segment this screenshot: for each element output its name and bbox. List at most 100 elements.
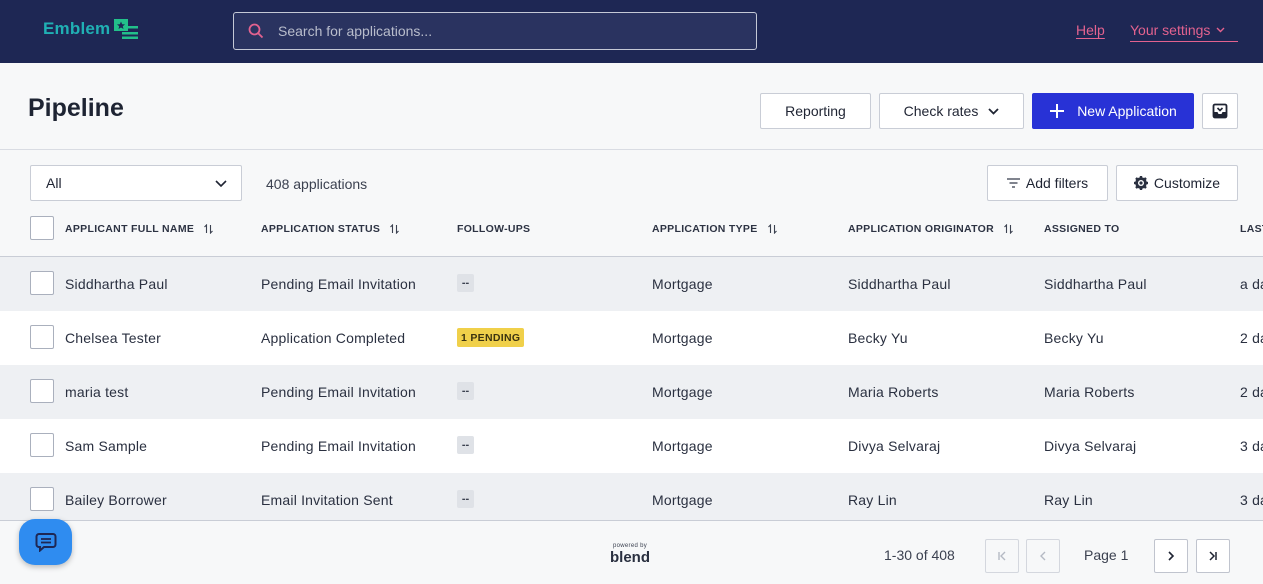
page-title: Pipeline bbox=[28, 94, 124, 122]
new-application-label: New Application bbox=[1077, 103, 1177, 119]
chat-icon bbox=[35, 533, 56, 552]
table-row[interactable]: Sam Sample Pending Email Invitation -- M… bbox=[0, 419, 1263, 473]
settings-label: Your settings bbox=[1130, 22, 1211, 38]
filter-select-value: All bbox=[46, 175, 62, 191]
follow-up-empty: -- bbox=[457, 382, 474, 400]
column-application-status[interactable]: APPLICATION STATUS bbox=[261, 223, 400, 235]
follow-up-pending-badge[interactable]: 1 PENDING bbox=[457, 328, 525, 347]
last-page-icon bbox=[1209, 551, 1217, 561]
assigned-to: Becky Yu bbox=[1044, 330, 1104, 346]
filter-select[interactable]: All bbox=[30, 165, 242, 201]
column-application-type[interactable]: APPLICATION TYPE bbox=[652, 223, 777, 235]
last-updated: 2 da bbox=[1240, 384, 1263, 400]
check-rates-label: Check rates bbox=[903, 103, 979, 119]
table-header: APPLICANT FULL NAME APPLICATION STATUS F… bbox=[0, 201, 1263, 257]
customize-button[interactable]: Customize bbox=[1116, 165, 1238, 201]
first-page-icon bbox=[998, 551, 1006, 561]
chevron-down-icon bbox=[215, 179, 227, 187]
application-type: Mortgage bbox=[652, 492, 713, 508]
column-application-originator[interactable]: APPLICATION ORIGINATOR bbox=[848, 223, 1013, 235]
column-label: APPLICATION ORIGINATOR bbox=[848, 223, 995, 235]
application-originator: Ray Lin bbox=[848, 492, 897, 508]
chevron-down-icon bbox=[1216, 27, 1225, 33]
next-page-button[interactable] bbox=[1154, 539, 1188, 573]
sort-icon bbox=[390, 224, 400, 234]
top-nav: Emblem Help Your settings bbox=[0, 0, 1263, 63]
last-updated: 2 da bbox=[1240, 330, 1263, 346]
search-bar[interactable] bbox=[233, 12, 757, 50]
sort-icon bbox=[204, 224, 214, 234]
plus-icon bbox=[1050, 104, 1065, 118]
assigned-to: Divya Selvaraj bbox=[1044, 438, 1137, 454]
check-rates-button[interactable]: Check rates bbox=[879, 93, 1024, 129]
application-status: Email Invitation Sent bbox=[261, 492, 393, 508]
column-label: ASSIGNED TO bbox=[1044, 223, 1120, 235]
page-header: Pipeline Reporting Check rates New Appli… bbox=[0, 63, 1263, 150]
application-originator: Siddhartha Paul bbox=[848, 276, 951, 292]
select-all-checkbox[interactable] bbox=[30, 216, 54, 240]
search-input[interactable] bbox=[278, 23, 738, 39]
column-label: APPLICANT FULL NAME bbox=[65, 223, 195, 235]
application-type: Mortgage bbox=[652, 276, 713, 292]
application-type: Mortgage bbox=[652, 438, 713, 454]
logo-text: Emblem bbox=[43, 19, 111, 38]
application-originator: Divya Selvaraj bbox=[848, 438, 941, 454]
last-updated: 3 da bbox=[1240, 438, 1263, 454]
row-checkbox[interactable] bbox=[30, 487, 54, 511]
assigned-to: Ray Lin bbox=[1044, 492, 1093, 508]
your-settings-menu[interactable]: Your settings bbox=[1130, 22, 1238, 42]
help-link[interactable]: Help bbox=[1076, 22, 1105, 38]
page-indicator: Page 1 bbox=[1084, 547, 1129, 563]
chevron-down-icon bbox=[988, 107, 999, 115]
follow-up-empty: -- bbox=[457, 274, 474, 292]
chat-launcher-button[interactable] bbox=[19, 519, 72, 565]
table-row[interactable]: Siddhartha Paul Pending Email Invitation… bbox=[0, 257, 1263, 311]
pagination-range: 1-30 of 408 bbox=[884, 547, 955, 563]
column-follow-ups: FOLLOW-UPS bbox=[457, 223, 530, 235]
table-row[interactable]: Chelsea Tester Application Completed 1 P… bbox=[0, 311, 1263, 365]
gear-icon bbox=[1133, 176, 1148, 190]
table-row[interactable]: Bailey Borrower Email Invitation Sent --… bbox=[0, 473, 1263, 520]
previous-page-button[interactable] bbox=[1026, 539, 1060, 573]
column-assigned-to: ASSIGNED TO bbox=[1044, 223, 1119, 235]
next-page-icon bbox=[1168, 551, 1175, 561]
follow-up-empty: -- bbox=[457, 436, 474, 454]
column-last[interactable]: LAST bbox=[1240, 223, 1263, 235]
logo-mark-icon bbox=[114, 19, 139, 39]
first-page-button[interactable] bbox=[985, 539, 1019, 573]
application-status: Pending Email Invitation bbox=[261, 276, 416, 292]
sort-icon bbox=[767, 224, 777, 234]
row-checkbox[interactable] bbox=[30, 271, 54, 295]
last-page-button[interactable] bbox=[1196, 539, 1230, 573]
sort-icon bbox=[1004, 224, 1013, 234]
inbox-icon bbox=[1212, 103, 1228, 119]
application-count: 408 applications bbox=[266, 176, 368, 192]
customize-label: Customize bbox=[1153, 175, 1221, 191]
inbox-button[interactable] bbox=[1202, 93, 1238, 129]
new-application-button[interactable]: New Application bbox=[1032, 93, 1194, 129]
row-checkbox[interactable] bbox=[30, 433, 54, 457]
assigned-to: Siddhartha Paul bbox=[1044, 276, 1147, 292]
column-label: APPLICATION STATUS bbox=[261, 223, 381, 235]
row-checkbox[interactable] bbox=[30, 379, 54, 403]
search-icon bbox=[234, 23, 278, 39]
column-applicant-name[interactable]: APPLICANT FULL NAME bbox=[65, 223, 214, 235]
applicant-name[interactable]: Sam Sample bbox=[65, 438, 147, 454]
add-filters-button[interactable]: Add filters bbox=[987, 165, 1108, 201]
applicant-name[interactable]: maria test bbox=[65, 384, 128, 400]
row-checkbox[interactable] bbox=[30, 325, 54, 349]
add-filters-label: Add filters bbox=[1025, 175, 1089, 191]
application-status: Pending Email Invitation bbox=[261, 438, 416, 454]
applicant-name[interactable]: Bailey Borrower bbox=[65, 492, 167, 508]
emblem-logo[interactable]: Emblem bbox=[43, 18, 140, 40]
follow-up-empty: -- bbox=[457, 490, 474, 508]
column-label: LAST bbox=[1240, 223, 1263, 235]
table-row[interactable]: maria test Pending Email Invitation -- M… bbox=[0, 365, 1263, 419]
applicant-name[interactable]: Chelsea Tester bbox=[65, 330, 161, 346]
reporting-button[interactable]: Reporting bbox=[760, 93, 871, 129]
applicant-name[interactable]: Siddhartha Paul bbox=[65, 276, 168, 292]
application-status: Pending Email Invitation bbox=[261, 384, 416, 400]
application-type: Mortgage bbox=[652, 330, 713, 346]
column-label: APPLICATION TYPE bbox=[652, 223, 758, 235]
column-label: FOLLOW-UPS bbox=[457, 223, 531, 235]
